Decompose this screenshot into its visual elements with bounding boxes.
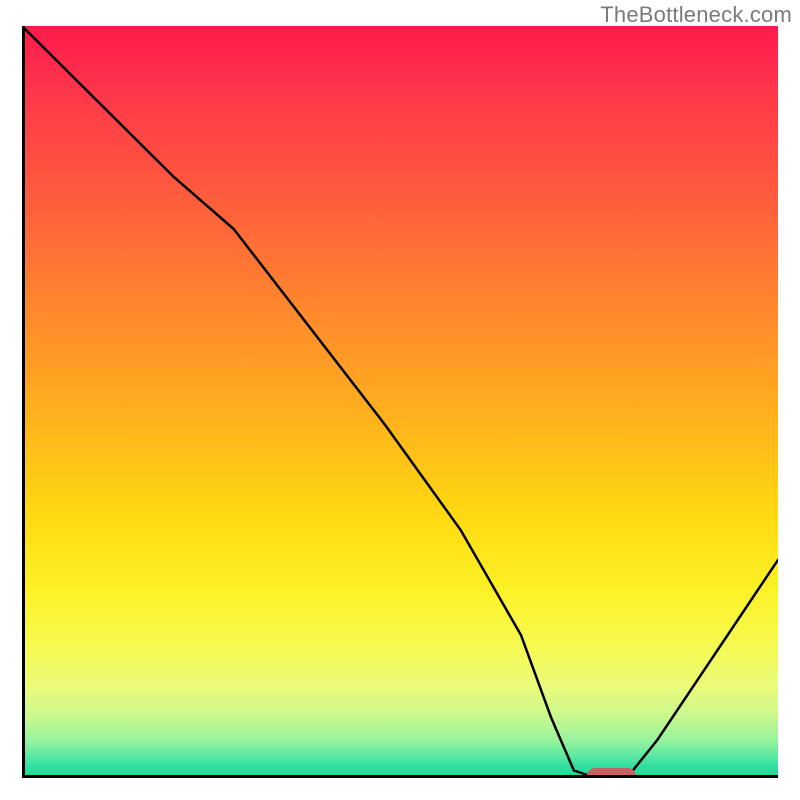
sweet-spot-marker <box>587 768 636 778</box>
bottleneck-curve <box>22 26 778 778</box>
watermark-text: TheBottleneck.com <box>600 2 792 28</box>
chart-frame: TheBottleneck.com <box>0 0 800 800</box>
plot-area <box>22 26 778 778</box>
